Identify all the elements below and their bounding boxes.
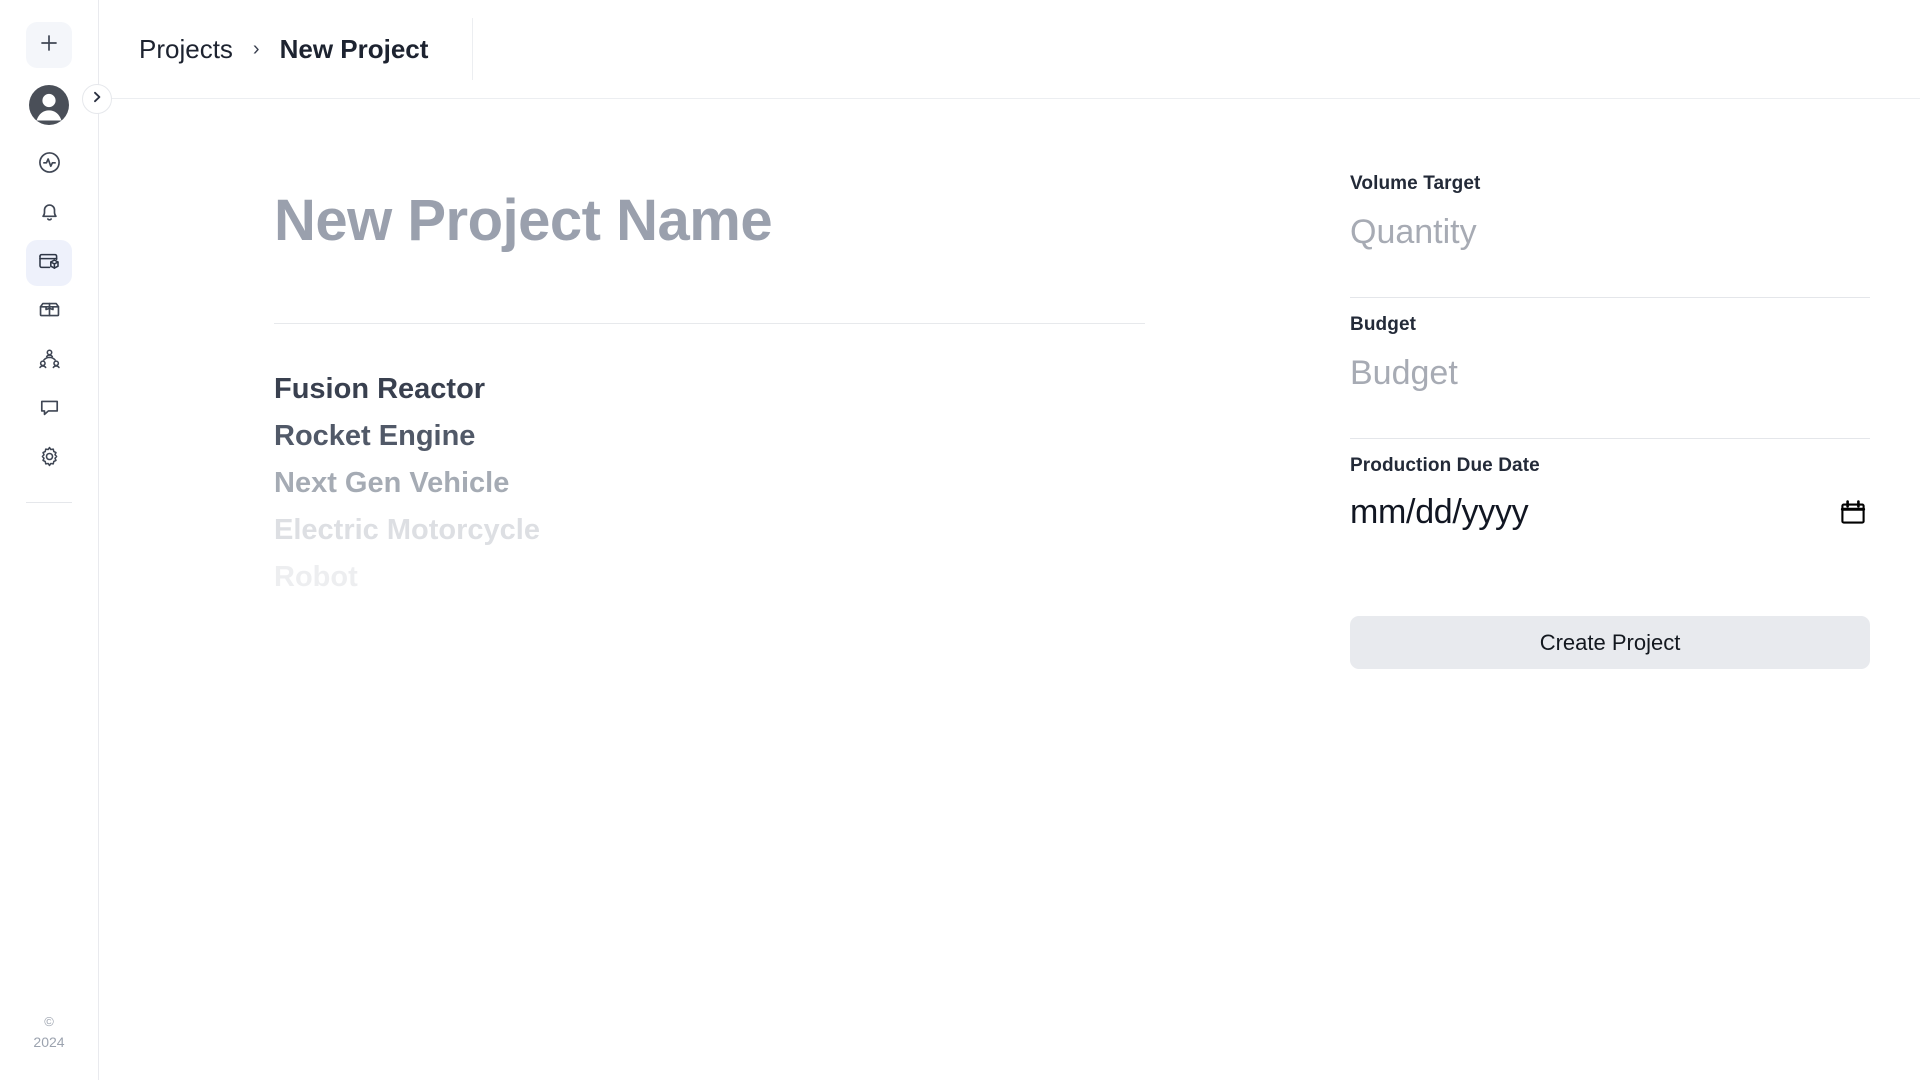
inventory-box-icon: [37, 297, 62, 327]
gear-icon: [37, 444, 62, 474]
sidebar-collapse-toggle[interactable]: [82, 84, 112, 114]
volume-target-field: Volume Target: [1350, 173, 1870, 298]
sidebar-item-team[interactable]: [26, 338, 72, 384]
copyright-icon: ©: [44, 1013, 54, 1029]
suggestion-item[interactable]: Rocket Engine: [274, 413, 1169, 460]
sidebar-item-activity[interactable]: [26, 142, 72, 188]
budget-label: Budget: [1350, 314, 1417, 335]
project-name-input[interactable]: [274, 187, 1169, 254]
main-area: Projects › New Project Fusion Reactor Ro…: [99, 0, 1920, 1080]
volume-target-input[interactable]: [1350, 195, 1870, 252]
avatar[interactable]: [26, 84, 72, 130]
volume-target-label: Volume Target: [1350, 173, 1481, 194]
sidebar: © 2024: [0, 0, 99, 1080]
suggestion-item[interactable]: Electric Motorcycle: [274, 507, 1169, 554]
production-due-date-field: Production Due Date mm/dd/yyyy: [1350, 455, 1870, 532]
breadcrumb-rule: [472, 18, 474, 80]
breadcrumb: Projects › New Project: [99, 0, 474, 98]
production-due-date-label: Production Due Date: [1350, 455, 1540, 476]
sidebar-top-group: [26, 0, 72, 503]
suggestion-item[interactable]: Robot: [274, 554, 1169, 601]
budget-field: Budget: [1350, 314, 1870, 439]
chevron-right-icon: [90, 90, 104, 109]
name-divider: [274, 323, 1145, 324]
user-avatar-icon: [28, 84, 70, 131]
project-details-panel: Volume Target Budget Production Due Date: [1350, 161, 1870, 1080]
projects-box-icon: [36, 248, 62, 279]
copyright-year: 2024: [33, 1033, 65, 1050]
calendar-icon[interactable]: [1836, 496, 1870, 530]
activity-pulse-icon: [37, 150, 62, 180]
sidebar-divider: [26, 502, 72, 503]
date-input-row[interactable]: mm/dd/yyyy: [1350, 477, 1870, 532]
bell-icon: [37, 199, 62, 229]
page-content: Fusion Reactor Rocket Engine Next Gen Ve…: [99, 99, 1920, 1080]
top-bar: Projects › New Project: [99, 0, 1920, 99]
add-new-button[interactable]: [26, 22, 72, 68]
sidebar-nav: [26, 142, 72, 482]
breadcrumb-current: New Project: [279, 33, 429, 64]
suggestion-item[interactable]: Next Gen Vehicle: [274, 460, 1169, 507]
sidebar-footer: © 2024: [33, 1013, 64, 1052]
sidebar-item-messages[interactable]: [26, 387, 72, 433]
plus-icon: [37, 31, 61, 60]
sidebar-item-settings[interactable]: [26, 436, 72, 482]
sidebar-item-notifications[interactable]: [26, 191, 72, 237]
breadcrumb-projects[interactable]: Projects: [139, 34, 233, 65]
budget-input[interactable]: [1350, 336, 1870, 393]
date-input-value[interactable]: mm/dd/yyyy: [1350, 493, 1529, 532]
sidebar-item-inventory[interactable]: [26, 289, 72, 335]
sidebar-item-projects[interactable]: [26, 240, 72, 286]
create-project-button[interactable]: Create Project: [1350, 616, 1870, 669]
chat-bubble-icon: [37, 395, 62, 425]
suggestion-item[interactable]: Fusion Reactor: [274, 366, 1169, 413]
project-name-section: Fusion Reactor Rocket Engine Next Gen Ve…: [149, 161, 1169, 1080]
chevron-right-icon: ›: [252, 37, 260, 60]
team-people-icon: [37, 346, 62, 376]
project-name-suggestions: Fusion Reactor Rocket Engine Next Gen Ve…: [274, 366, 1169, 601]
app-root: © 2024 Projects › New Project New Projec…: [0, 0, 1920, 1080]
